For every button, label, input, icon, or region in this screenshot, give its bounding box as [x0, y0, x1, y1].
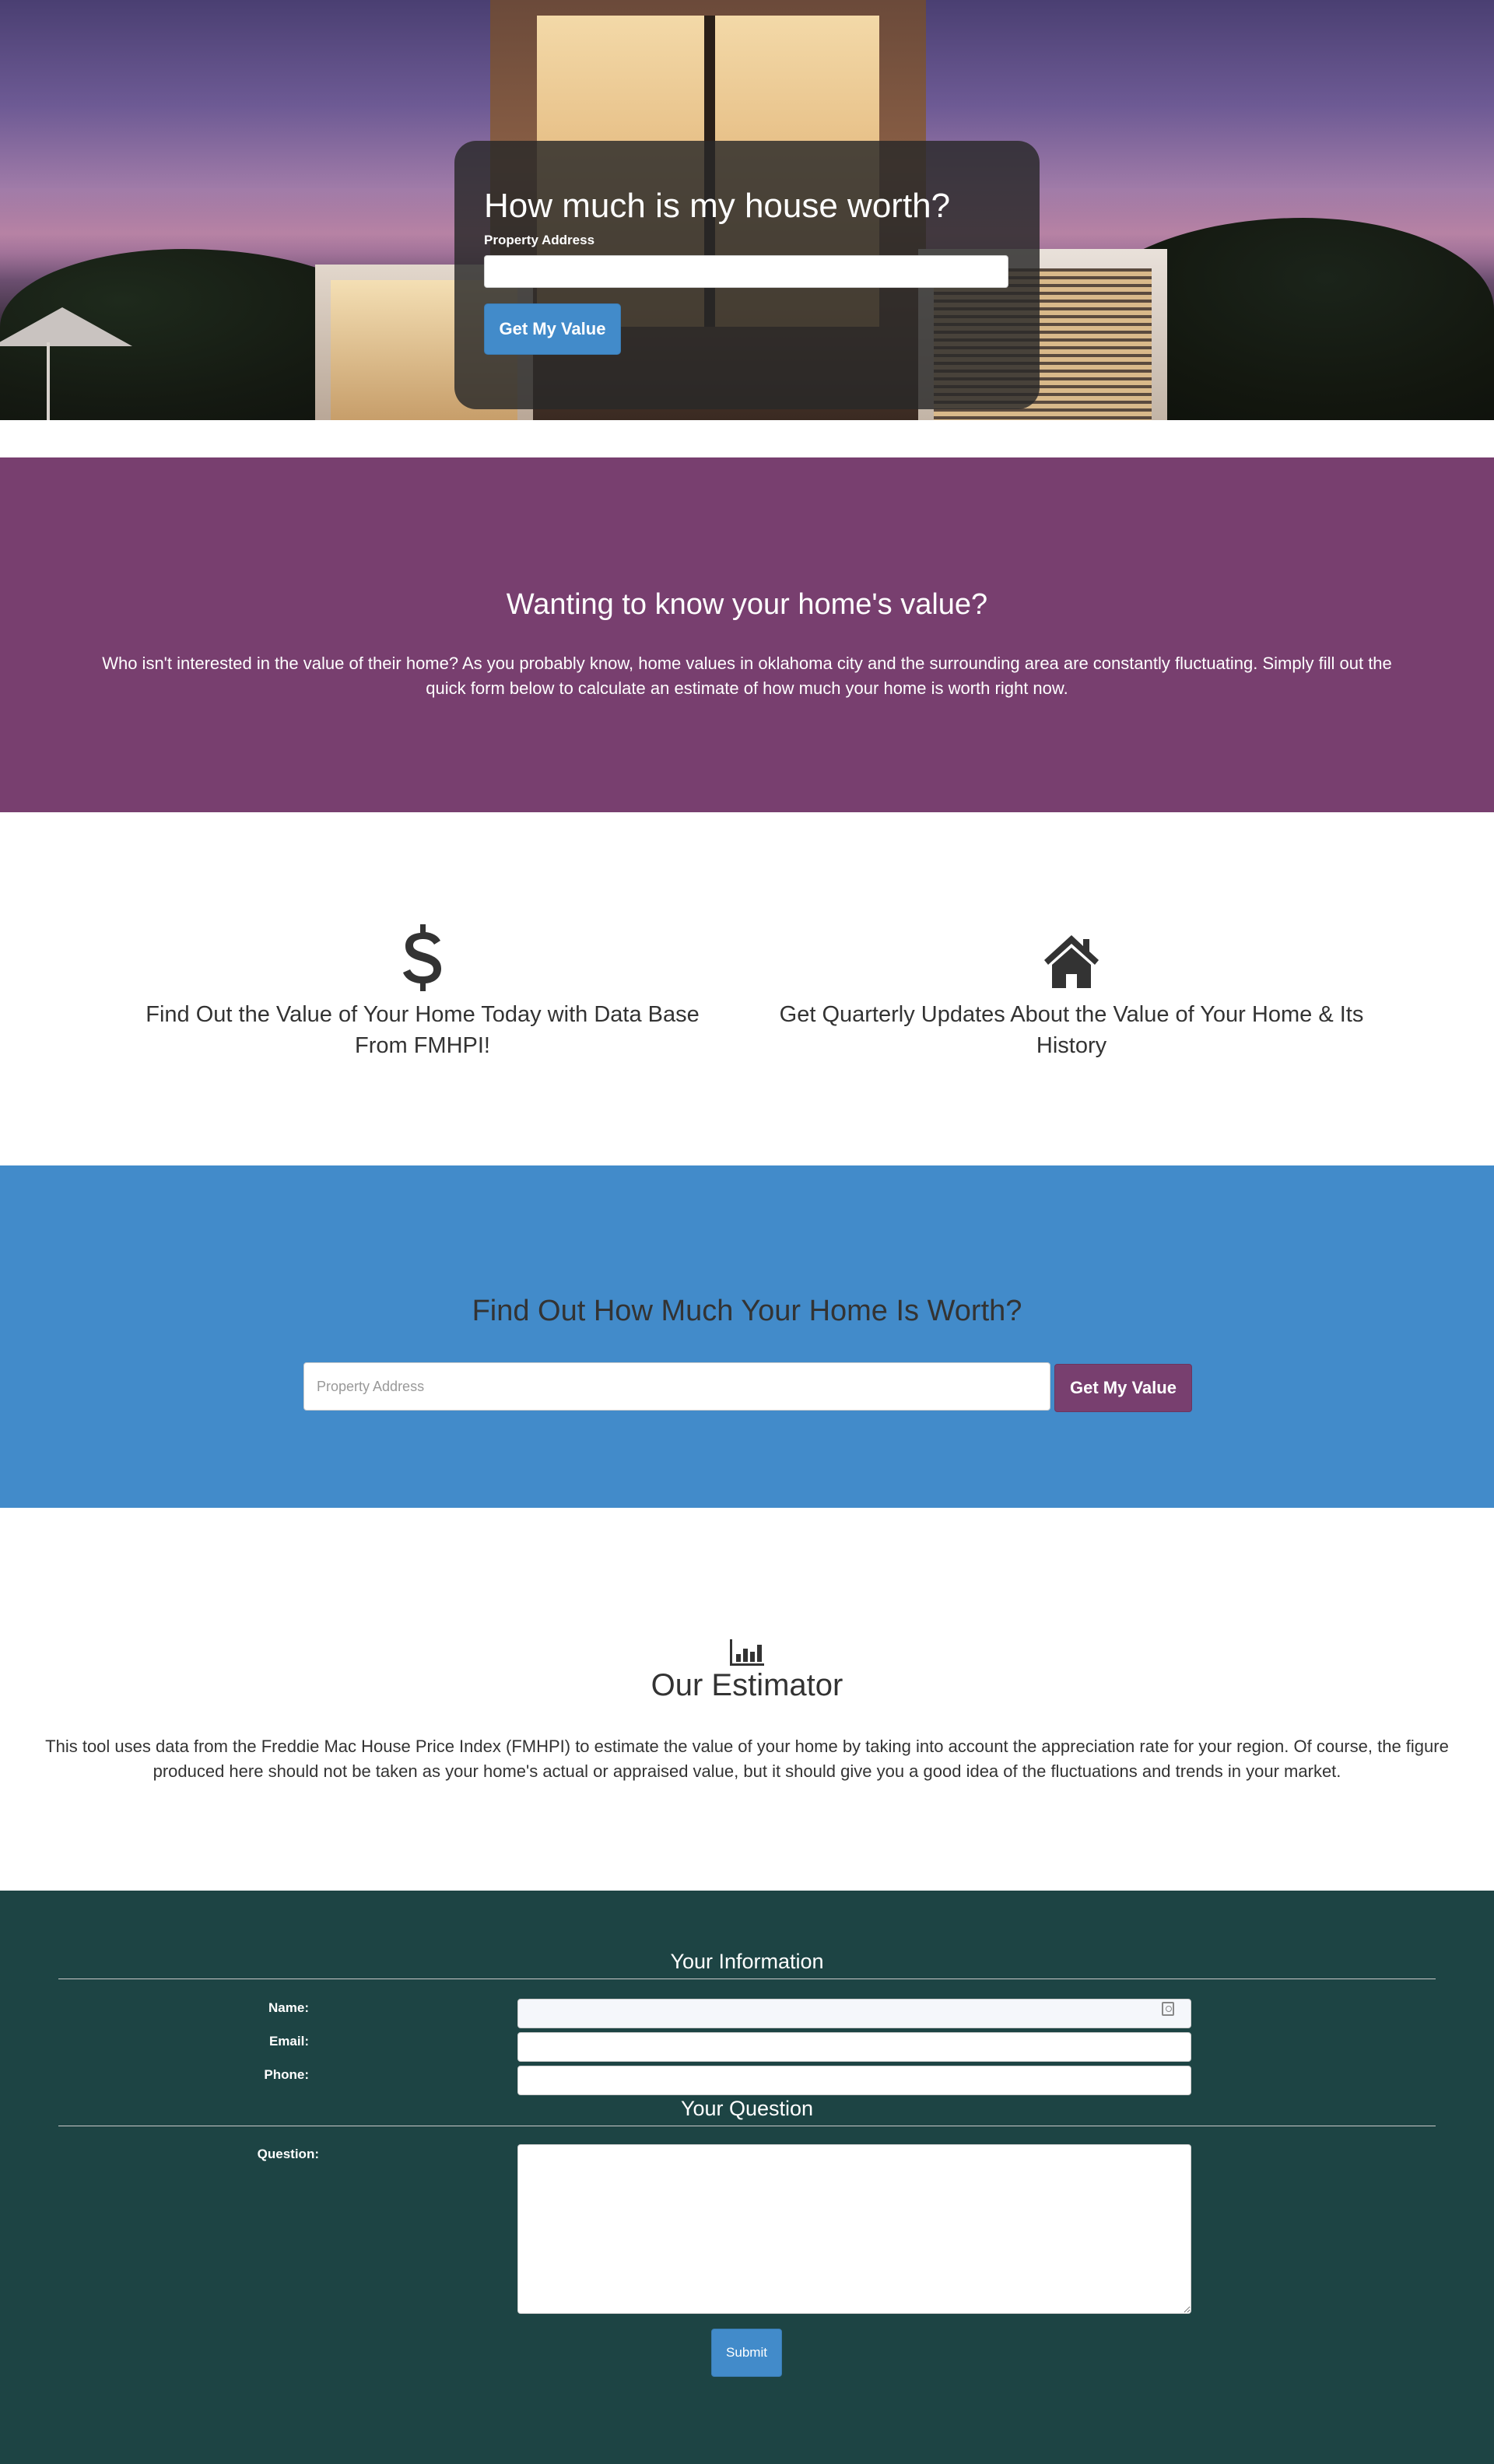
dollar-icon: [403, 924, 441, 991]
hero-valuation-card: How much is my house worth? Property Add…: [454, 141, 1040, 409]
feature-value-text: Find Out the Value of Your Home Today wi…: [146, 1002, 700, 1058]
intro-section: Wanting to know your home's value? Who i…: [0, 457, 1494, 812]
estimator-section: Our Estimator This tool uses data from t…: [0, 1508, 1494, 1891]
feature-updates-text: Get Quarterly Updates About the Value of…: [779, 1002, 1364, 1058]
cta-heading: Find Out How Much Your Home Is Worth?: [472, 1295, 1022, 1327]
question-textarea[interactable]: [517, 2144, 1191, 2314]
intro-heading: Wanting to know your home's value?: [506, 588, 988, 621]
cta-section: Find Out How Much Your Home Is Worth? Ge…: [0, 1165, 1494, 1508]
email-field[interactable]: [517, 2032, 1191, 2062]
feature-item-updates: Get Quarterly Updates About the Value of…: [768, 921, 1375, 1061]
hero-get-my-value-button[interactable]: Get My Value: [484, 303, 621, 356]
cta-form: Get My Value: [303, 1362, 1192, 1412]
hero-section: How much is my house worth? Property Add…: [0, 0, 1494, 420]
submit-button[interactable]: Submit: [711, 2329, 782, 2377]
your-information-legend: Your Information: [58, 1950, 1436, 1979]
hero-title: How much is my house worth?: [484, 187, 951, 225]
feature-item-value: Find Out the Value of Your Home Today wi…: [119, 921, 726, 1061]
question-label: Question:: [257, 2147, 319, 2161]
your-question-legend: Your Question: [58, 2097, 1436, 2126]
name-field[interactable]: [517, 1999, 1191, 2028]
cta-property-address-input[interactable]: [303, 1362, 1050, 1411]
features-section: Find Out the Value of Your Home Today wi…: [0, 812, 1494, 1165]
hero-umbrella-pole: [47, 342, 50, 420]
contact-card-icon: [1162, 2002, 1174, 2016]
estimator-heading: Our Estimator: [651, 1668, 843, 1702]
home-icon: [1044, 935, 1099, 988]
bar-chart-icon: [730, 1639, 764, 1666]
phone-label: Phone:: [264, 2067, 309, 2082]
property-address-label: Property Address: [484, 233, 595, 248]
email-label: Email:: [268, 2034, 309, 2049]
intro-body: Who isn't interested in the value of the…: [102, 654, 1392, 698]
phone-field[interactable]: [517, 2066, 1191, 2095]
hero-property-address-input[interactable]: [484, 255, 1008, 289]
cta-get-my-value-button[interactable]: Get My Value: [1054, 1364, 1192, 1412]
estimator-body: This tool uses data from the Freddie Mac…: [45, 1737, 1449, 1781]
name-label: Name:: [268, 2000, 309, 2015]
